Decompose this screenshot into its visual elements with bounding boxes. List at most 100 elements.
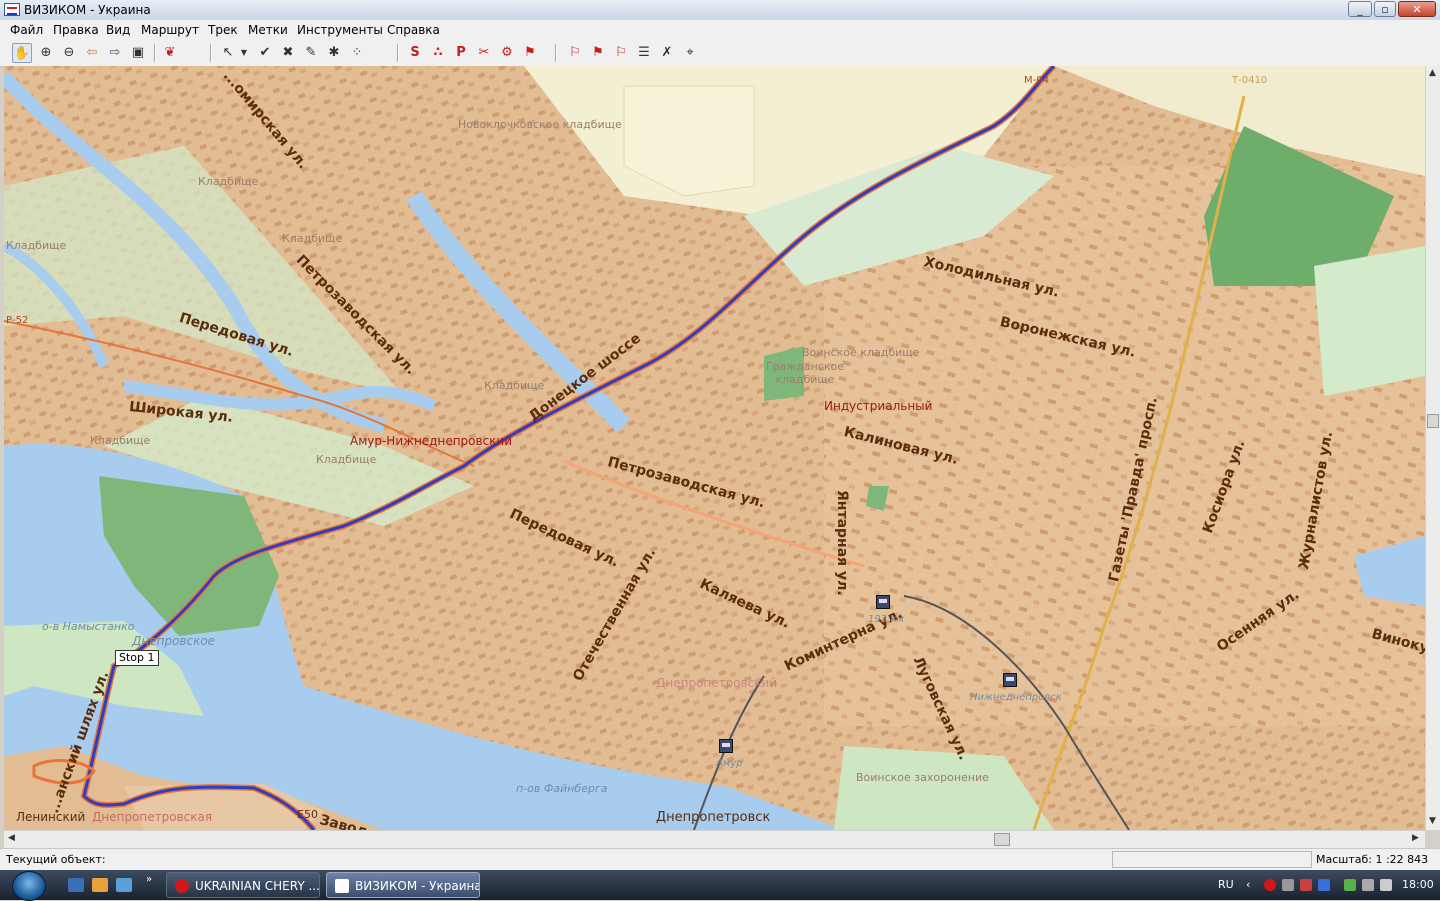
status-bar: Текущий объект: Масштаб: 1 :22 843: [0, 848, 1440, 871]
battery-tray-icon[interactable]: [1344, 879, 1356, 891]
route-stop-marker[interactable]: Stop 1: [115, 650, 159, 666]
fit-extent-icon[interactable]: ▣: [128, 43, 148, 63]
peninsula-faynberga: п-ов Файнберга: [516, 782, 608, 795]
route-delete-icon[interactable]: ✗: [657, 43, 677, 63]
menu-file[interactable]: Файл: [10, 23, 43, 37]
route-settings-icon[interactable]: ⚙: [497, 43, 517, 63]
security-tray-icon[interactable]: [1300, 879, 1312, 891]
horizontal-scrollbar[interactable]: ◀ ▶: [4, 830, 1425, 848]
clock[interactable]: 18:00: [1402, 878, 1434, 891]
menu-help[interactable]: Справка: [387, 23, 440, 37]
horizontal-scroll-thumb[interactable]: [994, 833, 1010, 846]
minimize-button[interactable]: _: [1348, 1, 1372, 17]
scroll-down-arrow-icon[interactable]: ▼: [1429, 816, 1436, 826]
maximize-button[interactable]: ▫: [1374, 1, 1396, 17]
current-object-label: Текущий объект:: [6, 853, 106, 866]
language-indicator[interactable]: RU: [1218, 878, 1234, 891]
cemetery-grazhdanskoe: Гражданское кладбище: [765, 360, 845, 386]
flag-end-icon[interactable]: ⚑: [588, 43, 608, 63]
start-button[interactable]: [12, 871, 46, 901]
hand-icon[interactable]: ✋: [12, 43, 32, 63]
dropdown-arrow-icon[interactable]: ▼: [238, 43, 250, 63]
media-player-icon[interactable]: [92, 878, 108, 892]
track-points-icon[interactable]: ⁘: [347, 43, 367, 63]
district-dnepropetrovsky: Днепропетровский: [656, 676, 778, 690]
menu-marks[interactable]: Метки: [248, 23, 288, 37]
map-scale: Масштаб: 1 :22 843: [1316, 853, 1429, 866]
vertical-scroll-thumb[interactable]: [1427, 414, 1439, 428]
station-dnepropetrovsk-label: Днепропетровск: [656, 810, 771, 825]
railway-station-icon[interactable]: [719, 739, 733, 753]
route-options-icon[interactable]: ⌖: [680, 43, 700, 63]
taskbar: » UKRAINIAN CHERY ... ВИЗИКОМ - Украина …: [0, 870, 1440, 901]
route-build-icon[interactable]: ⚑: [520, 43, 540, 63]
railway-station-icon[interactable]: [1003, 673, 1017, 687]
route-clear-icon[interactable]: ✂: [474, 43, 494, 63]
zoom-out-icon[interactable]: ⊖: [59, 43, 79, 63]
scroll-right-arrow-icon[interactable]: ▶: [1412, 833, 1419, 843]
tray-expand-icon[interactable]: ‹: [1246, 878, 1250, 891]
taskbar-item-vizicom[interactable]: ВИЗИКОМ - Украина: [326, 872, 480, 898]
menu-tools[interactable]: Инструменты: [297, 23, 383, 37]
road-number-m04: М-04: [1024, 75, 1049, 86]
cemetery-label-2: Кладбище: [282, 232, 343, 245]
district-leninsky: Ленинский: [16, 810, 86, 824]
toolbar-separator: [154, 44, 156, 62]
forward-arrow-icon[interactable]: ⇨: [105, 43, 125, 63]
poi-s-icon[interactable]: S: [405, 43, 425, 63]
zoom-in-icon[interactable]: ⊕: [36, 43, 56, 63]
station-amur-label: Амур: [716, 758, 743, 769]
road-number-p52: Р-52: [6, 315, 29, 326]
find-object-icon[interactable]: ❦: [160, 43, 180, 63]
poi-dots-icon[interactable]: ∴: [428, 43, 448, 63]
road-number-t0410: Т-0410: [1232, 75, 1268, 86]
menu-track[interactable]: Трек: [208, 23, 238, 37]
opera-icon: [175, 879, 189, 893]
cemetery-novokliuchovskoe: Новоклочковское кладбище: [458, 118, 622, 131]
opera-tray-icon[interactable]: [1264, 879, 1276, 891]
bluetooth-tray-icon[interactable]: [1318, 879, 1330, 891]
menu-route[interactable]: Маршрут: [141, 23, 199, 37]
toolbar-separator: [210, 44, 212, 62]
back-arrow-icon[interactable]: ⇦: [82, 43, 102, 63]
network-tray-icon[interactable]: [1282, 879, 1294, 891]
flag-start-icon[interactable]: ⚐: [565, 43, 585, 63]
water-dneprovskoe: Днепровское: [132, 634, 216, 648]
cemetery-voinskoe: Воинское кладбище: [802, 346, 920, 359]
cemetery-label-5: Кладбище: [90, 434, 151, 447]
scroll-up-arrow-icon[interactable]: ▲: [1429, 68, 1436, 78]
cemetery-label-1: Кладбище: [198, 175, 259, 188]
railway-station-icon[interactable]: [876, 595, 890, 609]
toolbar-separator: [555, 44, 557, 62]
scroll-left-arrow-icon[interactable]: ◀: [8, 833, 15, 843]
menu-view[interactable]: Вид: [106, 23, 130, 37]
menu-edit[interactable]: Правка: [53, 23, 99, 37]
taskbar-item-opera[interactable]: UKRAINIAN CHERY ...: [166, 872, 320, 898]
cemetery-label-3: Кладбище: [6, 239, 67, 252]
vertical-scrollbar[interactable]: ▲ ▼: [1425, 66, 1440, 830]
window-switcher-icon[interactable]: [116, 878, 132, 892]
street-yantarnaya: Янтарная ул.: [834, 490, 850, 596]
track-edit-icon[interactable]: ✎: [301, 43, 321, 63]
close-button[interactable]: ✕: [1398, 1, 1436, 17]
select-cursor-icon[interactable]: ↖: [218, 43, 238, 63]
network-connection-tray-icon[interactable]: [1362, 879, 1374, 891]
station-nizhnedneprovsk-label: Нижнеднепровск: [970, 692, 1062, 703]
island-namystanko: о-в Намыстанко: [42, 620, 135, 633]
taskbar-item-label: ВИЗИКОМ - Украина: [355, 879, 480, 893]
track-remove-icon[interactable]: ✖: [278, 43, 298, 63]
district-amur: Амур-Нижнеднепровский: [350, 434, 513, 448]
volume-tray-icon[interactable]: [1380, 879, 1392, 891]
toolbar-separator: [397, 44, 399, 62]
flag-via-icon[interactable]: ⚐: [611, 43, 631, 63]
cemetery-label-4: Кладбище: [484, 379, 545, 392]
memorial-voinskoe-zahoronenie: Воинское захоронение: [856, 771, 989, 784]
route-list-icon[interactable]: ☰: [634, 43, 654, 63]
show-desktop-icon[interactable]: [68, 878, 84, 892]
map-canvas[interactable]: М-04 Р-52 Т-0410 Е50 ...омирская ул. Пет…: [4, 66, 1425, 830]
title-bar: ВИЗИКОМ - Украина _ ▫ ✕: [0, 0, 1440, 21]
track-check-icon[interactable]: ✔: [255, 43, 275, 63]
track-star-icon[interactable]: ✱: [324, 43, 344, 63]
quick-launch-expand-icon[interactable]: »: [146, 874, 152, 885]
parking-p-icon[interactable]: P: [451, 43, 471, 63]
